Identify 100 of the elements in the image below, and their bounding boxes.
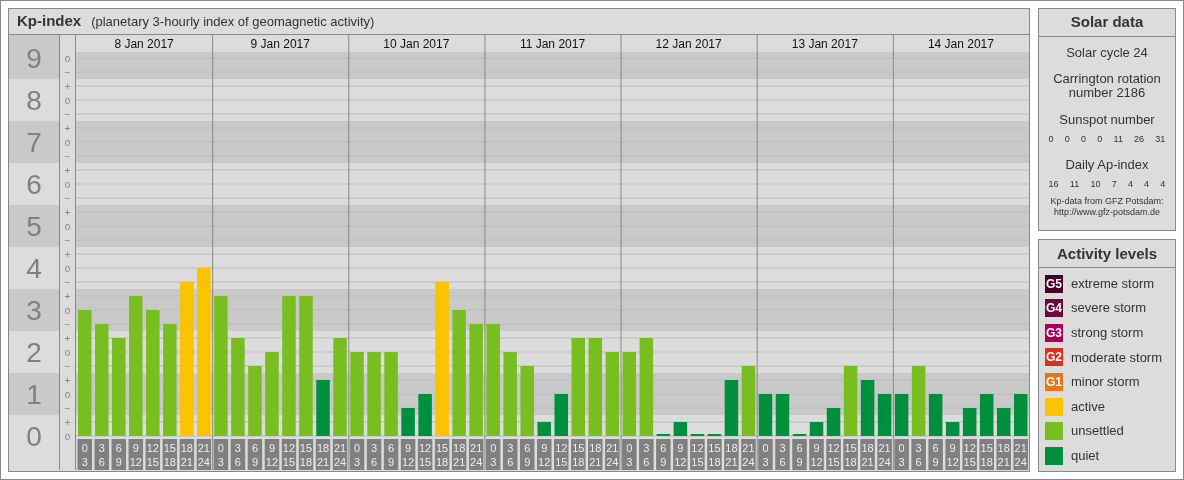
hour-label: 18 21 <box>451 439 467 470</box>
date-label: 14 Jan 2017 <box>927 37 994 51</box>
hour-label: 9 12 <box>128 439 144 470</box>
kp-scale-label: 2 <box>26 337 42 368</box>
sunspot-value: 31 <box>1155 132 1166 146</box>
scale-mark: + <box>64 80 71 92</box>
scale-mark: − <box>64 66 71 78</box>
hour-label: 6 9 <box>792 439 807 470</box>
kp-bar <box>775 394 790 436</box>
scale-mark: + <box>64 374 71 386</box>
kp-bar <box>894 394 909 436</box>
date-label: 12 Jan 2017 <box>655 37 722 51</box>
kp-bar <box>962 408 977 436</box>
sunspot-value: 0 <box>1048 132 1054 146</box>
hour-label: 18 21 <box>179 439 195 470</box>
source-text: Kp-data from GFZ Potsdam: <box>1049 196 1165 208</box>
scale-mark: − <box>64 108 71 120</box>
scale-mark: o <box>64 430 71 442</box>
ap-value: 16 <box>1048 177 1059 191</box>
scale-mark: − <box>64 234 71 246</box>
kp-bar <box>826 408 841 436</box>
hour-label: 12 15 <box>826 439 841 470</box>
hour-label: 6 9 <box>383 439 399 470</box>
scale-mark: o <box>64 178 71 190</box>
date-label: 8 Jan 2017 <box>114 37 174 51</box>
sunspot-value: 0 <box>1064 132 1070 146</box>
hour-label: 3 6 <box>94 439 110 470</box>
scale-mark: − <box>64 318 71 330</box>
hour-label: 12 15 <box>554 439 569 470</box>
ap-value: 4 <box>1127 177 1133 191</box>
hour-label: 6 9 <box>928 439 943 470</box>
hour-label: 15 18 <box>707 439 722 470</box>
scale-mark: − <box>64 402 71 414</box>
kp-bar <box>248 366 262 436</box>
hour-label: 6 9 <box>247 439 263 470</box>
hour-label: 9 12 <box>945 439 960 470</box>
ap-value: 4 <box>1160 177 1166 191</box>
legend-label: severe storm <box>1071 299 1147 318</box>
legend-label: extreme storm <box>1071 274 1155 293</box>
scale-mark: + <box>64 290 71 302</box>
hour-label: 0 3 <box>349 439 365 470</box>
hour-label: 21 24 <box>332 439 348 470</box>
kp-scale-label: 4 <box>26 253 42 284</box>
kp-bar <box>673 422 688 436</box>
scale-mark: + <box>64 206 71 218</box>
kp-bar <box>843 366 858 436</box>
hour-label: 21 24 <box>605 439 620 470</box>
scale-mark: + <box>64 248 71 260</box>
hour-label: 12 15 <box>145 439 161 470</box>
hour-label: 3 6 <box>775 439 790 470</box>
hour-label: 3 6 <box>911 439 926 470</box>
sunspot-value: 0 <box>1081 132 1087 146</box>
hour-label: 18 21 <box>588 439 603 470</box>
color-swatch: G3 <box>1045 323 1063 342</box>
hour-label: 21 24 <box>877 439 892 470</box>
scale-mark: o <box>64 346 71 358</box>
kp-scale-label: 8 <box>26 85 42 116</box>
kp-bar <box>520 366 534 436</box>
hour-label: 18 21 <box>996 439 1011 470</box>
field-label: Daily Ap-index <box>1064 156 1150 175</box>
field-label: Sunspot number <box>1058 111 1156 130</box>
ap-value: 4 <box>1144 177 1150 191</box>
kp-bar <box>537 422 551 436</box>
sunspot-value: 11 <box>1113 132 1123 146</box>
kp-bar <box>809 422 824 436</box>
hour-label: 15 18 <box>434 439 450 470</box>
legend-label: minor storm <box>1071 373 1140 392</box>
hour-label: 15 18 <box>162 439 178 470</box>
scale-mark: + <box>64 164 71 176</box>
kp-bar <box>979 394 994 436</box>
panel-title: Activity levels <box>1039 240 1175 269</box>
date-label: 13 Jan 2017 <box>791 37 858 51</box>
kp-bar <box>860 380 875 436</box>
chart-title: Kp-index <box>17 11 82 32</box>
ap-value: 11 <box>1069 177 1080 191</box>
scale-mark: + <box>64 416 71 428</box>
hour-label: 9 12 <box>400 439 416 470</box>
hour-label: 15 18 <box>298 439 314 470</box>
solar-cycle-text: Solar cycle 24 <box>1065 44 1149 62</box>
hour-label: 9 12 <box>264 439 280 470</box>
hour-label: 6 9 <box>656 439 671 470</box>
hour-label: 15 18 <box>843 439 858 470</box>
kp-bar <box>945 422 960 436</box>
kp-bar <box>758 394 773 436</box>
hour-label: 0 3 <box>622 439 637 470</box>
scale-mark: − <box>64 360 71 372</box>
hour-label: 9 12 <box>809 439 824 470</box>
color-swatch: G5 <box>1045 274 1063 293</box>
kp-bar <box>928 394 943 436</box>
kp-bar <box>401 408 415 436</box>
hour-label: 21 24 <box>741 439 756 470</box>
hour-label: 3 6 <box>639 439 654 470</box>
legend-label: unsettled <box>1071 422 1124 441</box>
source-url: http://www.gfz-potsdam.de <box>1052 207 1162 218</box>
hour-label: 12 15 <box>690 439 705 470</box>
kp-bar <box>996 408 1011 436</box>
kp-bar <box>554 394 568 436</box>
hour-label: 3 6 <box>366 439 382 470</box>
kp-scale-label: 1 <box>26 379 42 410</box>
hour-label: 21 24 <box>468 439 484 470</box>
